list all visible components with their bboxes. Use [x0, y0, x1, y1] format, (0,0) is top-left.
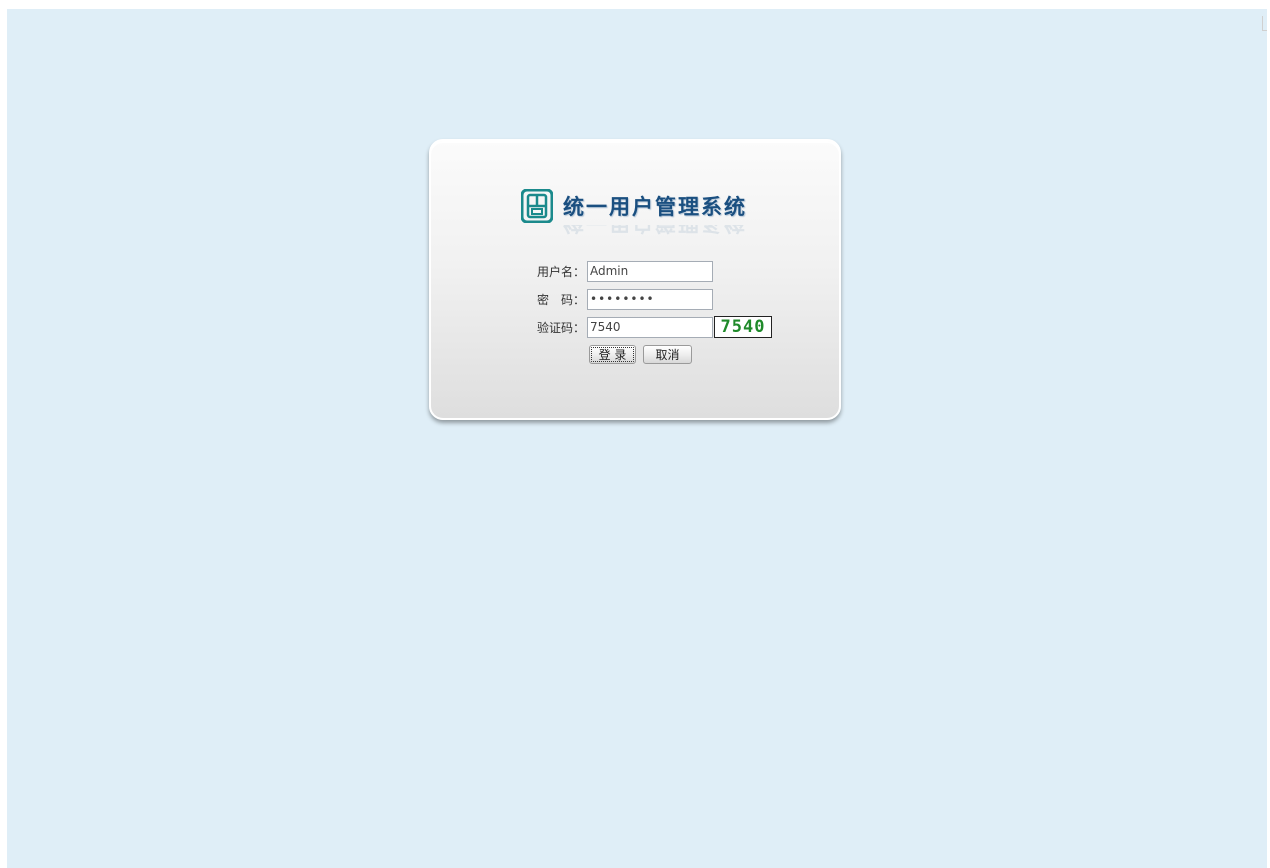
- app-title: 统一用户管理系统: [563, 195, 747, 219]
- captcha-image[interactable]: 7540: [714, 316, 772, 338]
- username-row: 用户名：: [537, 260, 713, 282]
- username-input[interactable]: [587, 260, 713, 282]
- password-label: 密 码：: [537, 292, 586, 307]
- password-row: 密 码：: [537, 288, 713, 310]
- login-panel: 统一用户管理系统 统一用户管理系统 用户名： 密 码： 验证码： 7540 登 …: [429, 139, 841, 420]
- captcha-label: 验证码：: [537, 320, 586, 335]
- app-title-reflection: 统一用户管理系统: [563, 225, 747, 239]
- captcha-input[interactable]: [587, 316, 713, 338]
- username-label: 用户名：: [537, 264, 586, 279]
- app-logo-icon: [521, 189, 553, 223]
- password-input[interactable]: [587, 288, 713, 310]
- logo-reflection: 统一用户管理系统: [521, 225, 747, 239]
- page-background: 统一用户管理系统 统一用户管理系统 用户名： 密 码： 验证码： 7540 登 …: [7, 9, 1267, 868]
- captcha-row: 验证码： 7540: [537, 316, 772, 338]
- logo-header: 统一用户管理系统: [521, 186, 747, 226]
- button-row: 登 录 取消: [589, 345, 692, 364]
- scrollbar-corner: [1262, 16, 1267, 31]
- login-button[interactable]: 登 录: [589, 345, 636, 364]
- cancel-button[interactable]: 取消: [643, 345, 692, 364]
